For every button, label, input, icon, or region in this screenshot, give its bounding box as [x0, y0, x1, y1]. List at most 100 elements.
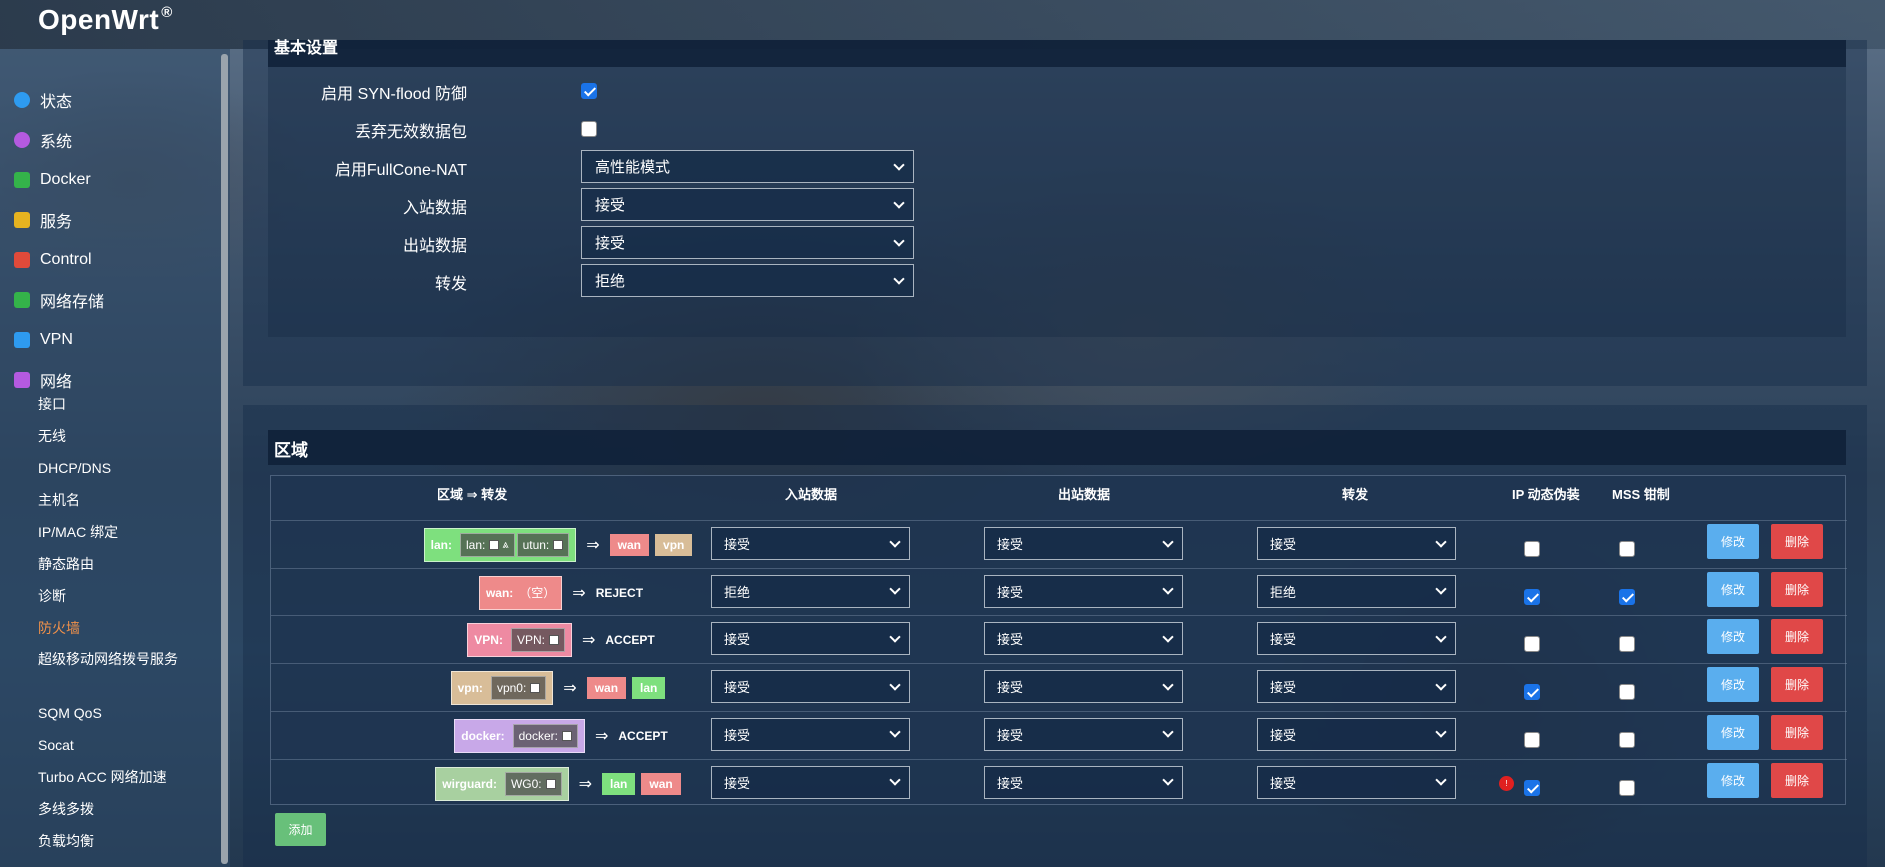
sidebar-subitem-0[interactable]: 接口: [38, 394, 66, 414]
edit-zone-button[interactable]: 修改: [1707, 524, 1759, 559]
grid-icon: [14, 172, 30, 188]
zone-forward-select[interactable]: 接受: [1257, 717, 1456, 751]
sidebar-item-6[interactable]: VPN: [14, 328, 73, 352]
zone-mss-checkbox[interactable]: [1619, 731, 1635, 748]
sidebar-item-4[interactable]: Control: [14, 248, 92, 272]
sidebar-item-2[interactable]: Docker: [14, 168, 91, 192]
chevron-down-icon: [1162, 726, 1174, 738]
select-value: 拒绝: [1270, 584, 1297, 600]
sidebar-subitem-2[interactable]: DHCP/DNS: [38, 458, 111, 478]
forward-policy: REJECT: [595, 585, 644, 600]
zone-mss-checkbox[interactable]: [1619, 779, 1635, 796]
zone-output-select[interactable]: 接受: [984, 670, 1183, 704]
interface-chip: utun:: [516, 533, 570, 557]
sidebar-subitem-7[interactable]: 防火墙: [38, 618, 80, 638]
sidebar-subitem-12[interactable]: 多线多拨: [38, 799, 94, 819]
zone-input-select[interactable]: 接受: [711, 527, 910, 560]
fullcone-select[interactable]: 高性能模式: [581, 150, 914, 183]
syn-flood-checkbox[interactable]: [581, 83, 597, 99]
chevron-down-icon: [893, 272, 905, 285]
zone-masq-checkbox[interactable]: [1524, 779, 1540, 796]
delete-zone-button[interactable]: 删除: [1771, 714, 1823, 750]
delete-zone-button[interactable]: 删除: [1771, 762, 1823, 798]
chevron-down-icon: [893, 158, 905, 171]
zone-output-select[interactable]: 接受: [984, 527, 1183, 560]
chevron-down-icon: [893, 196, 905, 209]
zone-mss-checkbox[interactable]: [1619, 636, 1635, 653]
zone-output-select[interactable]: 接受: [984, 717, 1183, 751]
sidebar-subitem-1[interactable]: 无线: [38, 426, 66, 446]
brand-logo[interactable]: OpenWrt ®: [38, 4, 173, 36]
edit-zone-button[interactable]: 修改: [1707, 667, 1759, 703]
zone-masq-checkbox[interactable]: [1524, 684, 1540, 701]
sidebar-subitem-4[interactable]: IP/MAC 绑定: [38, 522, 118, 542]
sidebar-subitem-5[interactable]: 静态路由: [38, 554, 94, 574]
zone-forward-select[interactable]: 拒绝: [1257, 574, 1456, 608]
zone-mss-checkbox[interactable]: [1619, 541, 1635, 557]
zone-forward-select[interactable]: 接受: [1257, 527, 1456, 560]
sidebar-subitem-8[interactable]: 超级移动网络拨号服务: [38, 650, 188, 688]
zone-output-select[interactable]: 接受: [984, 622, 1183, 656]
chevron-down-icon: [1435, 726, 1447, 738]
zone-masq-checkbox[interactable]: [1524, 588, 1540, 605]
header-output: 出站数据: [1058, 487, 1111, 502]
sidebar-item-0[interactable]: 状态: [14, 88, 72, 112]
select-value: 接受: [724, 680, 751, 696]
zone-forward-select[interactable]: 接受: [1257, 670, 1456, 704]
zone-masq-checkbox[interactable]: [1524, 636, 1540, 653]
zone-input-select[interactable]: 拒绝: [711, 574, 910, 608]
interface-chip: vpn0:: [490, 676, 547, 701]
zone-mss-checkbox[interactable]: [1619, 684, 1635, 701]
sidebar-item-label: VPN: [40, 331, 73, 348]
edit-zone-button[interactable]: 修改: [1707, 571, 1759, 607]
sidebar-subitem-3[interactable]: 主机名: [38, 490, 80, 510]
zone-mss-checkbox[interactable]: [1619, 588, 1635, 605]
delete-zone-button[interactable]: 删除: [1771, 571, 1823, 607]
sidebar-subitem-6[interactable]: 诊断: [38, 586, 66, 606]
edit-zone-button[interactable]: 修改: [1707, 619, 1759, 655]
zone-row: vpn: vpn0: ⇒ wan lan 接受 接受 接受 修改 删除: [271, 663, 1847, 711]
interface-label: docker:: [518, 728, 558, 743]
zone-masq-checkbox[interactable]: [1524, 541, 1540, 557]
sidebar-subitem-13[interactable]: 负载均衡: [38, 831, 94, 851]
interface-label: vpn0:: [496, 681, 527, 696]
forward-policy-select[interactable]: 拒绝: [581, 264, 914, 297]
zone-forward-select[interactable]: 接受: [1257, 765, 1456, 799]
edit-zone-button[interactable]: 修改: [1707, 714, 1759, 750]
interface-label: lan:: [465, 538, 486, 552]
zone-output-select[interactable]: 接受: [984, 765, 1183, 799]
sidebar-item-5[interactable]: 网络存储: [14, 288, 104, 312]
zone-masq-checkbox[interactable]: [1524, 731, 1540, 748]
sidebar-subitem-10[interactable]: Socat: [38, 735, 74, 755]
zone-input-select[interactable]: 接受: [711, 670, 910, 704]
zone-input-select[interactable]: 接受: [711, 622, 910, 656]
sidebar-item-7[interactable]: 网络: [14, 368, 72, 392]
output-policy-select[interactable]: 接受: [581, 226, 914, 259]
zone-input-select[interactable]: 接受: [711, 765, 910, 799]
zone-input-select[interactable]: 接受: [711, 717, 910, 751]
delete-zone-button[interactable]: 删除: [1771, 619, 1823, 655]
syn-flood-row: 启用 SYN-flood 防御: [268, 74, 1468, 108]
sidebar-item-label: 状态: [40, 94, 73, 111]
sidebar-subitem-9[interactable]: SQM QoS: [38, 703, 102, 723]
sidebar-item-1[interactable]: 系统: [14, 128, 72, 152]
service-icon: [14, 212, 30, 228]
delete-zone-button[interactable]: 删除: [1771, 667, 1823, 703]
drop-invalid-checkbox[interactable]: [581, 121, 597, 137]
sidebar-item-3[interactable]: 服务: [14, 208, 72, 232]
calendar-icon: [14, 252, 30, 268]
input-policy-select[interactable]: 接受: [581, 188, 914, 221]
select-value: 接受: [1270, 680, 1297, 696]
zone-output-select[interactable]: 接受: [984, 574, 1183, 608]
forward-policy: ACCEPT: [618, 728, 668, 743]
delete-zone-button[interactable]: 删除: [1771, 524, 1823, 559]
header-input: 入站数据: [785, 487, 838, 502]
add-zone-button[interactable]: 添加: [275, 813, 326, 846]
select-value: 接受: [997, 680, 1024, 696]
warning-icon: !: [1499, 775, 1514, 791]
sidebar-scrollbar[interactable]: [221, 54, 228, 864]
sidebar-subitem-11[interactable]: Turbo ACC 网络加速: [38, 767, 167, 787]
zone-badge: wirguard: WG0:: [435, 766, 569, 801]
edit-zone-button[interactable]: 修改: [1707, 762, 1759, 798]
zone-forward-select[interactable]: 接受: [1257, 622, 1456, 656]
